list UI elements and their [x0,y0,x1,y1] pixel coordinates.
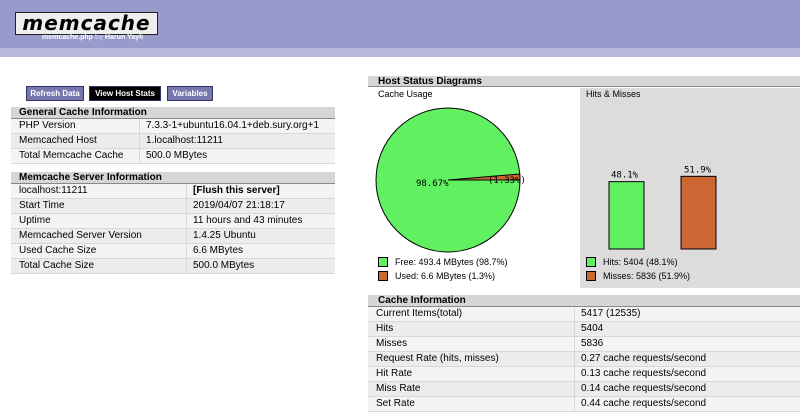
row-key: Current Items(total) [376,308,463,319]
legend-misses-swatch [586,271,596,281]
table-row: Request Rate (hits, misses) 0.27 cache r… [368,352,800,367]
pie-free-label: 98.67% [416,179,449,189]
row-key: Used Cache Size [19,245,97,256]
legend-free-text: Free: 493.4 MBytes (98.7%) [395,257,508,267]
logo: memcache [15,12,158,35]
row-key: Uptime [19,215,51,226]
general-rows: PHP Version 7.3.3-1+ubuntu16.04.1+deb.su… [11,119,335,164]
legend-hits: Hits: 5404 (48.1%) [586,257,678,267]
row-key: Start Time [19,200,65,211]
row-value: 1.localhost:11211 [139,134,223,148]
row-key: Memcached Host [19,135,97,146]
row-value: 0.44 cache requests/second [574,397,706,411]
row-value: 0.27 cache requests/second [574,352,706,366]
subtitle-by: by [94,34,104,41]
cache-info-title: Cache Information [368,295,800,307]
row-key: Hits [376,323,394,334]
refresh-data-button[interactable]: Refresh Data [26,86,84,101]
general-cache-info-title: General Cache Information [11,107,335,119]
host-status-diagrams: Host Status Diagrams Cache Usage Hits & … [368,76,800,288]
row-key: Request Rate (hits, misses) [376,353,499,364]
table-row: Miss Rate 0.14 cache requests/second [368,382,800,397]
bar-misses [680,175,717,250]
pie-used-label: (1.33%) [488,176,526,186]
legend-used-text: Used: 6.6 MBytes (1.3%) [395,271,496,281]
row-value: 500.0 MBytes [139,149,207,163]
legend-misses-text: Misses: 5836 (51.9%) [603,271,691,281]
row-value: 1.4.25 Ubuntu [186,229,256,243]
row-key: Miss Rate [376,383,421,394]
cache-info-rows: Current Items(total) 5417 (12535) Hits 5… [368,307,800,412]
variables-button[interactable]: Variables [167,86,213,101]
server-info-title: Memcache Server Information [11,172,335,184]
row-value: 0.14 cache requests/second [574,382,706,396]
table-row: Current Items(total) 5417 (12535) [368,307,800,322]
table-row: localhost:11211 [Flush this server] [11,184,335,199]
row-value: 2019/04/07 21:18:17 [186,199,285,213]
bar-hits-label: 48.1% [611,171,639,181]
table-row: Uptime 11 hours and 43 minutes [11,214,335,229]
bar-hits [608,181,645,250]
table-row: Start Time 2019/04/07 21:18:17 [11,199,335,214]
cache-info-table: Cache Information Current Items(total) 5… [368,295,800,412]
row-key: Memcached Server Version [19,230,142,241]
subtitle-file: memcache.php [42,34,93,41]
table-row: Memcached Host 1.localhost:11211 [11,134,335,149]
row-key: Total Memcache Cache [19,150,124,161]
table-row: Hit Rate 0.13 cache requests/second [368,367,800,382]
logo-subtitle: memcache.php by Harun Yayli [42,34,143,41]
row-value: 5417 (12535) [574,307,641,321]
logo-text: memcache [22,11,151,35]
table-row: Hits 5404 [368,322,800,337]
row-value: 7.3.3-1+ubuntu16.04.1+deb.sury.org+1 [139,119,319,133]
row-value: 11 hours and 43 minutes [186,214,302,228]
legend-used: Used: 6.6 MBytes (1.3%) [378,271,495,281]
table-row: PHP Version 7.3.3-1+ubuntu16.04.1+deb.su… [11,119,335,134]
header-divider [0,48,800,57]
legend-hits-swatch [586,257,596,267]
row-key: Set Rate [376,398,415,409]
table-row: Total Cache Size 500.0 MBytes [11,259,335,274]
row-value: 5404 [574,322,603,336]
flush-server-link[interactable]: [Flush this server] [186,184,280,198]
table-row: Memcached Server Version 1.4.25 Ubuntu [11,229,335,244]
subtitle-author: Harun Yayli [105,34,144,41]
legend-free: Free: 493.4 MBytes (98.7%) [378,257,508,267]
row-value: 500.0 MBytes [186,259,254,273]
row-value: 0.13 cache requests/second [574,367,706,381]
row-key: Total Cache Size [19,260,95,271]
view-host-stats-button[interactable]: View Host Stats [89,86,161,101]
table-row: Used Cache Size 6.6 MBytes [11,244,335,259]
row-key: Misses [376,338,408,349]
general-cache-info-table: General Cache Information PHP Version 7.… [11,107,335,164]
row-value: 5836 [574,337,603,351]
legend-misses: Misses: 5836 (51.9%) [586,271,690,281]
row-key: Hit Rate [376,368,413,379]
row-value: 6.6 MBytes [186,244,243,258]
row-key: PHP Version [19,120,76,131]
server-info-table: Memcache Server Information localhost:11… [11,172,335,274]
table-row: Misses 5836 [368,337,800,352]
server-rows: localhost:11211 [Flush this server] Star… [11,184,335,274]
table-row: Set Rate 0.44 cache requests/second [368,397,800,412]
legend-free-swatch [378,257,388,267]
bar-misses-label: 51.9% [684,165,712,175]
legend-hits-text: Hits: 5404 (48.1%) [603,257,678,267]
server-host: localhost:11211 [19,185,88,196]
legend-used-swatch [378,271,388,281]
page-header: memcache memcache.php by Harun Yayli [0,0,800,48]
table-row: Total Memcache Cache 500.0 MBytes [11,149,335,164]
